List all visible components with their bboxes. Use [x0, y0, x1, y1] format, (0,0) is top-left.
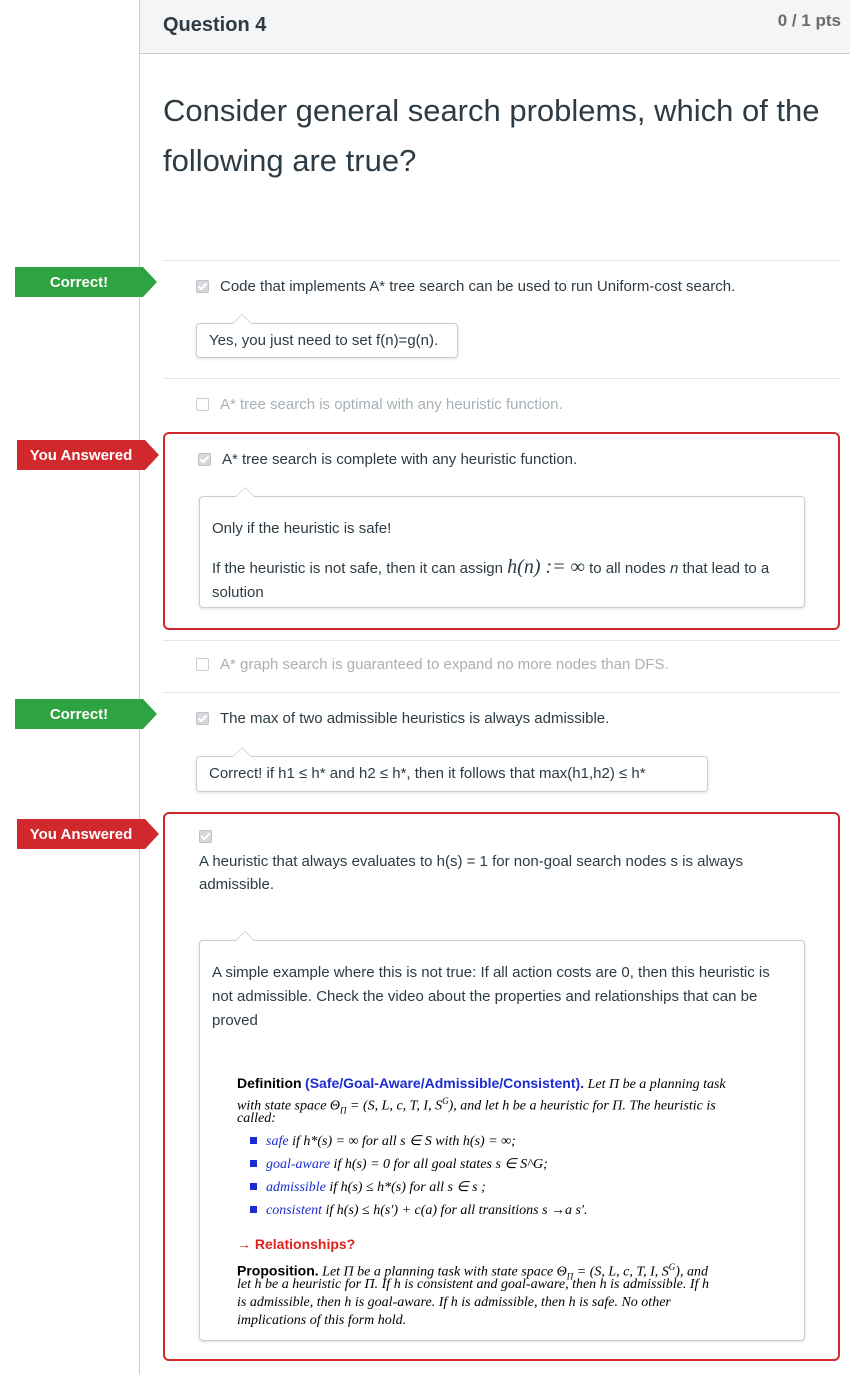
slide-def-label: Definition — [237, 1075, 302, 1091]
answer-1-text: Code that implements A* tree search can … — [220, 278, 736, 295]
slide-relationships: → Relationships? — [237, 1236, 356, 1252]
answer-4-text: A* graph search is guaranteed to expand … — [220, 656, 669, 673]
answer-2-text: A* tree search is optimal with any heuri… — [220, 396, 563, 413]
bullet-square-icon — [250, 1160, 257, 1167]
question-header: Question 4 0 / 1 pts — [140, 0, 850, 54]
slide-definition: Definition (Safe/Goal-Aware/Admissible/C… — [237, 1074, 787, 1094]
answer-1-checkbox[interactable] — [196, 280, 209, 293]
question-points: 0 / 1 pts — [777, 11, 841, 30]
slide-item-term: goal-aware — [266, 1157, 331, 1172]
answer-divider — [163, 378, 840, 379]
answer-3-comment: Only if the heuristic is safe! If the he… — [199, 487, 805, 608]
you-answered-flag: You Answered — [17, 440, 159, 470]
slide-prop-line3: is admissible, then h is goal-aware. If … — [237, 1295, 671, 1310]
slide-item-rest: if h(s) = 0 for all goal states s ∈ S^G; — [330, 1157, 548, 1172]
answer-3-comment-line2: If the heuristic is not safe, then it ca… — [212, 555, 792, 605]
answer-6-text: A heuristic that always evaluates to h(s… — [199, 853, 744, 893]
answer-5-comment: Correct! if h1 ≤ h* and h2 ≤ h*, then it… — [196, 747, 708, 792]
bullet-square-icon — [250, 1206, 257, 1213]
answer-3-checkbox[interactable] — [198, 453, 211, 466]
answer-6-checkbox[interactable] — [199, 830, 212, 843]
slide-def-line3: called: — [237, 1111, 276, 1126]
slide-def-title: (Safe/Goal-Aware/Admissible/Consistent). — [305, 1075, 585, 1091]
answer-3-comment-line1: Only if the heuristic is safe! — [212, 520, 392, 537]
correct-flag: Correct! — [15, 267, 157, 297]
answer-divider — [163, 640, 840, 641]
answer-1-comment-text: Yes, you just need to set f(n)=g(n). — [209, 332, 439, 349]
slide-item-consistent: consistent if h(s) ≤ h(s′) + c(a) for al… — [250, 1203, 588, 1219]
answer-divider — [163, 260, 840, 261]
answer-5-checkbox[interactable] — [196, 712, 209, 725]
question-title: Question 4 — [163, 14, 267, 36]
left-rule — [139, 0, 140, 1374]
answer-5-text: The max of two admissible heuristics is … — [220, 710, 610, 727]
slide-item-rest: if h(s) ≤ h(s′) + c(a) for all transitio… — [322, 1203, 588, 1218]
slide-item-rest: if h*(s) = ∞ for all s ∈ S with h(s) = ∞… — [288, 1134, 516, 1149]
answer-divider — [163, 692, 840, 693]
slide-item-goal-aware: goal-aware if h(s) = 0 for all goal stat… — [250, 1156, 548, 1173]
slide-prop-line4: implications of this form hold. — [237, 1313, 407, 1328]
answer-6-comment-text: A simple example where this is not true:… — [212, 964, 770, 1029]
question-text: Consider general search problems, which … — [163, 93, 820, 178]
slide-item-admissible: admissible if h(s) ≤ h*(s) for all s ∈ s… — [250, 1179, 486, 1196]
bullet-square-icon — [250, 1137, 257, 1144]
slide-item-rest: if h(s) ≤ h*(s) for all s ∈ s ; — [325, 1180, 486, 1195]
answer-3-comment-part1: If the heuristic is not safe, then it ca… — [212, 560, 508, 577]
answer-3-comment-part2: to all nodes — [584, 560, 670, 577]
slide-def-line1: Let Π be a planning task — [587, 1077, 726, 1092]
correct-flag: Correct! — [15, 699, 157, 729]
answer-1-comment: Yes, you just need to set f(n)=g(n). — [196, 314, 458, 358]
you-answered-flag: You Answered — [17, 819, 159, 849]
answer-5-comment-text: Correct! if h1 ≤ h* and h2 ≤ h*, then it… — [209, 765, 646, 782]
slide-item-term: consistent — [266, 1203, 322, 1218]
slide-item-safe: safe if h*(s) = ∞ for all s ∈ S with h(s… — [250, 1133, 516, 1150]
answer-2-checkbox[interactable] — [196, 398, 209, 411]
definition-slide: Definition (Safe/Goal-Aware/Admissible/C… — [212, 1047, 793, 1333]
answer-4-checkbox[interactable] — [196, 658, 209, 671]
slide-item-term: admissible — [266, 1180, 326, 1195]
slide-item-term: safe — [266, 1134, 289, 1149]
bullet-square-icon — [250, 1183, 257, 1190]
answer-3-text: A* tree search is complete with any heur… — [222, 451, 578, 468]
answer-3-comment-math: h(n) := ∞ — [507, 556, 585, 578]
slide-prop-line2: let h be a heuristic for Π. If h is cons… — [237, 1277, 709, 1292]
